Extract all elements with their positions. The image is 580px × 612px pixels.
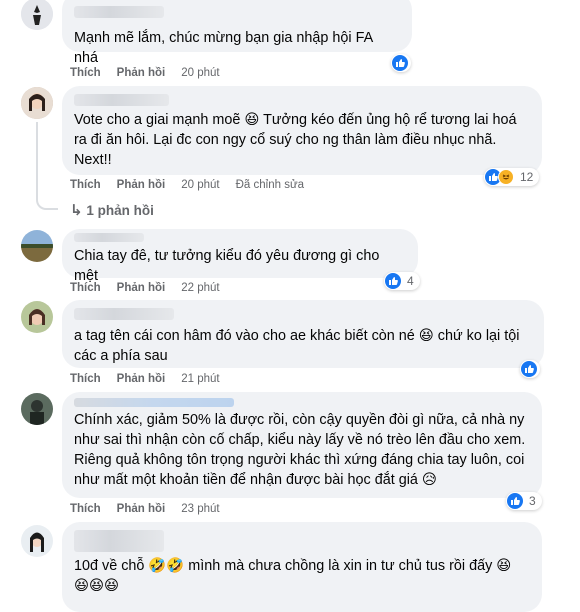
comment-actions: Thích Phản hồi 23 phút xyxy=(70,503,220,515)
commenter-name-blurred xyxy=(74,530,164,552)
comment-bubble: Chia tay đê, tư tưởng kiểu đó yêu đương … xyxy=(62,229,418,284)
comment-text: a tag tên cái con hâm đó vào cho ae khác… xyxy=(74,328,520,364)
comment-text: Chính xác, giảm 50% là được rồi, còn cậy… xyxy=(74,412,526,488)
commenter-name-blurred xyxy=(74,308,174,320)
reply-button[interactable]: Phản hồi xyxy=(117,373,166,385)
comment-bubble: Chính xác, giảm 50% là được rồi, còn cậy… xyxy=(62,392,542,498)
reaction-count: 4 xyxy=(407,274,414,288)
comment-time[interactable]: 20 phút xyxy=(181,67,219,79)
thread-connector xyxy=(36,122,58,210)
reply-arrow-icon: ↳ xyxy=(70,202,83,219)
comment-actions: Thích Phản hồi 20 phút xyxy=(70,67,220,79)
comment-actions: Thích Phản hồi 21 phút xyxy=(70,373,220,385)
like-reaction-icon xyxy=(392,55,408,71)
reactions-badge[interactable]: 4 xyxy=(384,272,420,290)
avatar[interactable] xyxy=(21,393,53,425)
like-reaction-icon xyxy=(385,273,401,289)
reaction-count: 12 xyxy=(520,170,534,184)
commenter-name-blurred xyxy=(74,398,234,407)
commenter-name-blurred xyxy=(74,233,144,242)
avatar[interactable] xyxy=(21,525,53,557)
view-replies-link[interactable]: ↳ 1 phản hồi xyxy=(70,201,154,219)
avatar[interactable] xyxy=(21,0,53,30)
comment-bubble: Mạnh mẽ lắm, chúc mừng bạn gia nhập hội … xyxy=(62,0,412,66)
commenter-name-blurred xyxy=(74,6,164,18)
comment-time[interactable]: 22 phút xyxy=(181,282,219,294)
reactions-badge[interactable] xyxy=(391,54,411,72)
avatar[interactable] xyxy=(21,301,53,333)
comment-time[interactable]: 23 phút xyxy=(181,503,219,515)
avatar[interactable] xyxy=(21,87,53,119)
reactions-badge[interactable] xyxy=(520,360,540,378)
comment-bubble: a tag tên cái con hâm đó vào cho ae khác… xyxy=(62,300,544,368)
like-button[interactable]: Thích xyxy=(70,282,101,294)
comment-time[interactable]: 20 phút xyxy=(181,179,219,191)
like-reaction-icon xyxy=(507,493,523,509)
comment-bubble: 10đ về chỗ 🤣🤣 mình mà chưa chồng là xin … xyxy=(62,522,542,612)
reactions-badge[interactable]: 3 xyxy=(506,492,542,510)
reactions-badge[interactable]: 12 xyxy=(484,168,540,186)
comment-time[interactable]: 21 phút xyxy=(181,373,219,385)
comment-actions: Thích Phản hồi 20 phút Đã chỉnh sửa xyxy=(70,179,304,191)
avatar[interactable] xyxy=(21,230,53,262)
like-button[interactable]: Thích xyxy=(70,373,101,385)
like-button[interactable]: Thích xyxy=(70,67,101,79)
like-button[interactable]: Thích xyxy=(70,179,101,191)
reply-button[interactable]: Phản hồi xyxy=(117,179,166,191)
comment-actions: Thích Phản hồi 22 phút xyxy=(70,282,220,294)
comment-text: Chia tay đê, tư tưởng kiểu đó yêu đương … xyxy=(74,248,380,284)
comment-text: Mạnh mẽ lắm, chúc mừng bạn gia nhập hội … xyxy=(74,30,373,66)
comment-text: 10đ về chỗ 🤣🤣 mình mà chưa chồng là xin … xyxy=(74,558,512,594)
haha-reaction-icon xyxy=(498,169,514,185)
comment-bubble: Vote cho a giai mạnh moẽ 😆 Tưởng kéo đến… xyxy=(62,86,542,175)
commenter-name-blurred xyxy=(74,94,169,106)
edited-label: Đã chỉnh sửa xyxy=(235,179,305,191)
like-button[interactable]: Thích xyxy=(70,503,101,515)
like-reaction-icon xyxy=(521,361,537,377)
reply-button[interactable]: Phản hồi xyxy=(117,503,166,515)
reaction-count: 3 xyxy=(529,494,536,508)
comment-text: Vote cho a giai mạnh moẽ 😆 Tưởng kéo đến… xyxy=(74,112,517,168)
reply-button[interactable]: Phản hồi xyxy=(117,282,166,294)
reply-button[interactable]: Phản hồi xyxy=(117,67,166,79)
